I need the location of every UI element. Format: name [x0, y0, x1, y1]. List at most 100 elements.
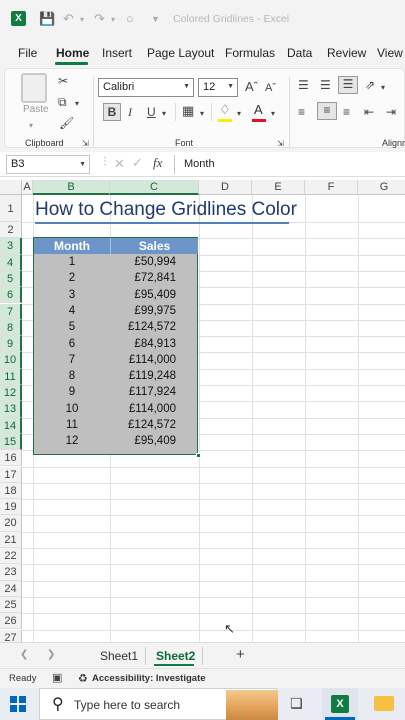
- cell-sales[interactable]: £114,000: [110, 352, 198, 368]
- format-painter-icon[interactable]: 🖌: [59, 116, 74, 130]
- row-header-10[interactable]: 10: [0, 352, 22, 369]
- cell-sales[interactable]: £114,000: [110, 401, 198, 417]
- row-header-18[interactable]: 18: [0, 482, 22, 500]
- sheet-tab-sheet1[interactable]: Sheet1: [100, 649, 138, 663]
- paste-icon[interactable]: [21, 73, 47, 103]
- borders-icon[interactable]: ▦: [182, 104, 194, 118]
- tab-review[interactable]: Review: [327, 46, 366, 60]
- column-header-e[interactable]: E: [252, 180, 305, 195]
- tab-formulas[interactable]: Formulas: [225, 46, 275, 60]
- row-header-27[interactable]: 27: [0, 629, 22, 642]
- cell-month[interactable]: 3: [34, 287, 110, 303]
- file-explorer-icon[interactable]: [374, 696, 394, 711]
- align-left-icon[interactable]: ≡: [298, 105, 305, 119]
- redo-icon[interactable]: ↷: [94, 11, 105, 27]
- row-header-16[interactable]: 16: [0, 450, 22, 467]
- header-month[interactable]: Month: [34, 238, 110, 254]
- underline-dropdown-icon[interactable]: ▾: [162, 107, 166, 121]
- customize-toolbar-icon[interactable]: ▼: [151, 14, 160, 24]
- increase-indent-icon[interactable]: ⇥: [386, 105, 396, 119]
- tab-page-layout[interactable]: Page Layout: [147, 46, 214, 60]
- row-header-1[interactable]: 1: [0, 195, 22, 222]
- decrease-font-size-icon[interactable]: Aˇ: [265, 81, 276, 95]
- tab-home[interactable]: Home: [56, 46, 89, 60]
- cell-month[interactable]: 5: [34, 319, 110, 335]
- accessibility-status[interactable]: Accessibility: Investigate: [92, 673, 206, 684]
- bottom-align-icon[interactable]: ☰: [338, 76, 358, 94]
- bold-button[interactable]: B: [103, 103, 121, 121]
- copy-dropdown-icon[interactable]: ▾: [75, 97, 79, 111]
- cell-sales[interactable]: £119,248: [110, 368, 198, 384]
- undo-icon[interactable]: ↶: [63, 11, 74, 27]
- row-header-6[interactable]: 6: [0, 287, 22, 304]
- save-icon[interactable]: 💾: [39, 11, 55, 27]
- cell-sales[interactable]: £124,572: [110, 417, 198, 433]
- cell-month[interactable]: 12: [34, 433, 110, 449]
- decrease-indent-icon[interactable]: ⇤: [364, 105, 374, 119]
- column-header-f[interactable]: F: [305, 180, 358, 195]
- cell-month[interactable]: 1: [34, 254, 110, 270]
- worksheet-grid[interactable]: A B C D E F G 1 2 3 4 5 6 7 8 9 10 11 12 13 14 15 16 17 1…: [0, 180, 405, 642]
- italic-button[interactable]: I: [128, 105, 132, 119]
- cell-sales[interactable]: £124,572: [110, 319, 198, 335]
- accessibility-icon[interactable]: ♻: [78, 672, 88, 685]
- paste-dropdown-icon[interactable]: ▾: [29, 119, 33, 133]
- row-header-26[interactable]: 26: [0, 613, 22, 630]
- cell-sales[interactable]: £95,409: [110, 287, 198, 303]
- formula-input[interactable]: Month: [174, 155, 405, 174]
- font-color-dropdown-icon[interactable]: ▾: [271, 107, 275, 121]
- font-size-select[interactable]: 12 ▼: [198, 78, 238, 97]
- cell-month[interactable]: 11: [34, 417, 110, 433]
- tab-data[interactable]: Data: [287, 46, 312, 60]
- orientation-dropdown-icon[interactable]: ▾: [381, 81, 385, 95]
- data-table[interactable]: Month Sales 1 £50,994 2 £72,841 3 £95,409 4 £99…: [33, 237, 198, 455]
- row-header-22[interactable]: 22: [0, 548, 22, 565]
- column-header-c[interactable]: C: [110, 180, 199, 195]
- row-header-12[interactable]: 12: [0, 385, 22, 402]
- row-header-17[interactable]: 17: [0, 466, 22, 483]
- row-header-25[interactable]: 25: [0, 596, 22, 614]
- row-header-7[interactable]: 7: [0, 303, 22, 320]
- windows-start-icon[interactable]: [10, 696, 26, 712]
- borders-dropdown-icon[interactable]: ▾: [200, 107, 204, 121]
- column-header-d[interactable]: D: [199, 180, 252, 195]
- cell-sales[interactable]: £95,409: [110, 433, 198, 449]
- font-color-icon[interactable]: A: [254, 103, 263, 117]
- fill-color-dropdown-icon[interactable]: ▾: [237, 107, 241, 121]
- cell-month[interactable]: 8: [34, 368, 110, 384]
- header-sales[interactable]: Sales: [110, 238, 198, 254]
- sheet-title[interactable]: How to Change Gridlines Color: [35, 199, 297, 224]
- task-view-icon[interactable]: ❏: [290, 695, 303, 712]
- taskbar-search-box[interactable]: ⚲ Type here to search: [39, 688, 278, 720]
- row-header-19[interactable]: 19: [0, 499, 22, 516]
- select-all-button[interactable]: [0, 180, 22, 195]
- cell-month[interactable]: 7: [34, 352, 110, 368]
- top-align-icon[interactable]: ☰: [298, 78, 309, 92]
- name-box[interactable]: B3 ▼: [6, 155, 90, 174]
- tab-insert[interactable]: Insert: [102, 46, 132, 60]
- row-header-11[interactable]: 11: [0, 368, 22, 385]
- add-sheet-button[interactable]: +: [236, 646, 245, 663]
- sheet-tab-sheet2[interactable]: Sheet2: [156, 649, 195, 663]
- cell-sales[interactable]: £99,975: [110, 303, 198, 319]
- row-header-24[interactable]: 24: [0, 580, 22, 597]
- cell-month[interactable]: 2: [34, 270, 110, 286]
- taskbar-excel-icon[interactable]: X: [331, 695, 349, 713]
- row-header-2[interactable]: 2: [0, 222, 22, 239]
- row-header-14[interactable]: 14: [0, 417, 22, 434]
- row-header-4[interactable]: 4: [0, 254, 22, 271]
- row-header-8[interactable]: 8: [0, 319, 22, 337]
- font-name-select[interactable]: Calibri ▼: [98, 78, 194, 97]
- align-right-icon[interactable]: ≡: [343, 105, 350, 119]
- row-header-21[interactable]: 21: [0, 531, 22, 548]
- scroll-sheets-right-icon[interactable]: ❯: [47, 649, 55, 660]
- font-launcher-icon[interactable]: ⇲: [277, 137, 284, 151]
- cut-icon[interactable]: ✂: [58, 74, 68, 88]
- enter-icon[interactable]: ✓: [132, 155, 143, 171]
- cell-sales[interactable]: £50,994: [110, 254, 198, 270]
- underline-button[interactable]: U: [147, 105, 156, 119]
- increase-font-size-icon[interactable]: Aˆ: [245, 80, 258, 94]
- cell-month[interactable]: 10: [34, 401, 110, 417]
- macro-recording-icon[interactable]: ▣: [52, 671, 62, 684]
- undo-dropdown-icon[interactable]: ▾: [80, 15, 84, 24]
